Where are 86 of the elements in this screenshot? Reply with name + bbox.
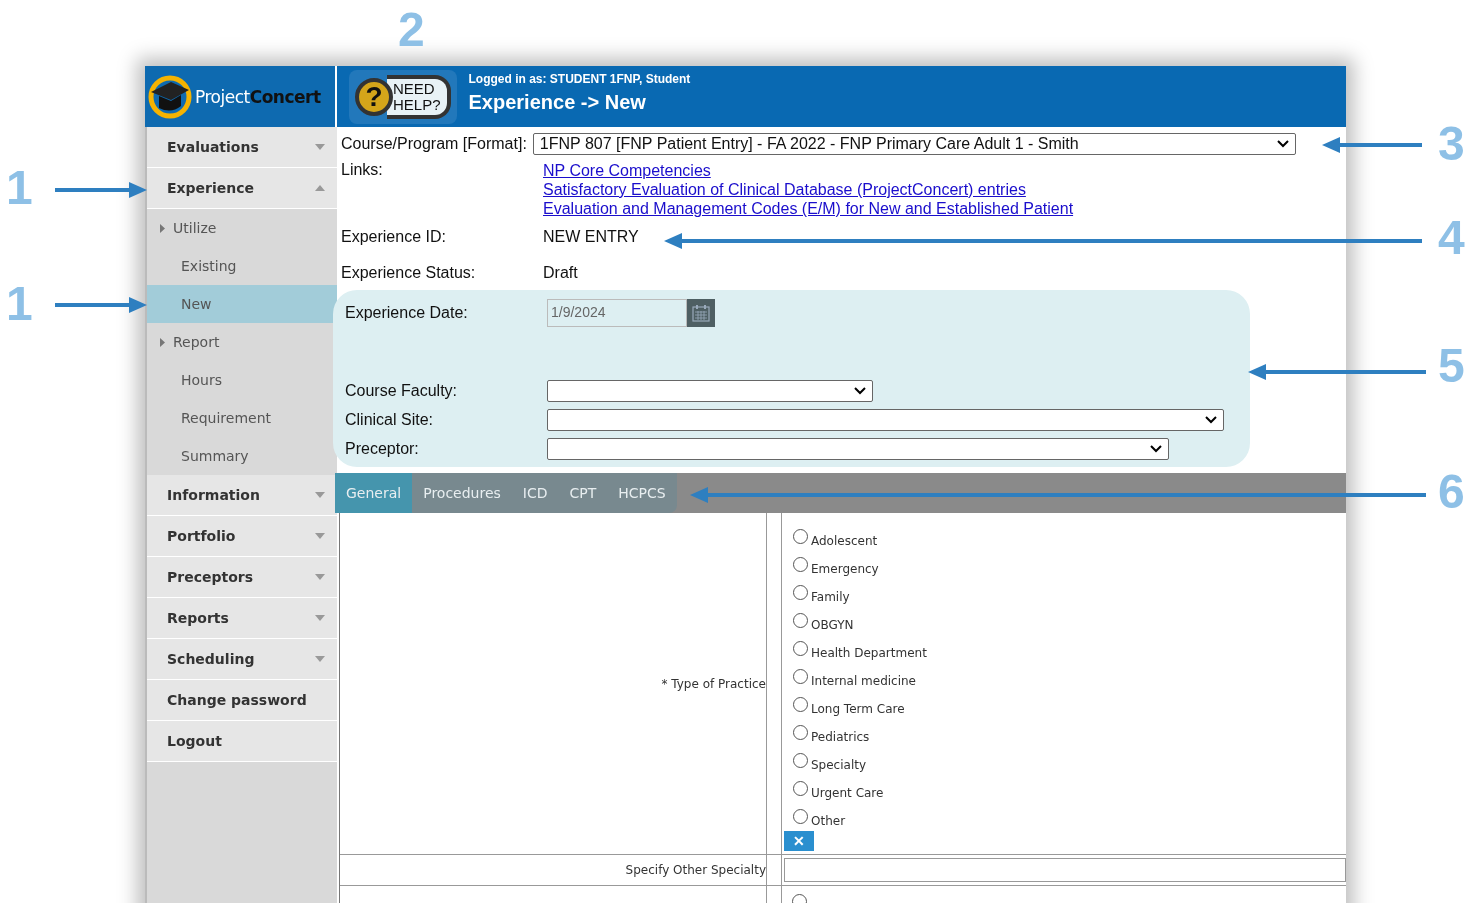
radio-option[interactable]: Internal medicine — [784, 660, 916, 688]
field-label: Experience Date: — [345, 304, 469, 322]
sidebar-menu-item[interactable]: Portfolio — [147, 516, 337, 557]
sidebar-group-item[interactable]: Utilize — [147, 209, 337, 247]
radio-option[interactable]: Long Term Care — [784, 688, 905, 716]
dropdown-select[interactable] — [547, 437, 1169, 460]
radio-option[interactable]: Family — [784, 576, 850, 604]
caret-up-icon — [315, 185, 325, 191]
radio-option[interactable]: Emergency — [784, 548, 879, 576]
sidebar-subitem[interactable]: Hours — [147, 361, 337, 399]
radio-button[interactable] — [793, 781, 808, 796]
radio-button[interactable] — [793, 613, 808, 628]
radio-button[interactable] — [793, 753, 808, 768]
field-label: Experience ID: — [341, 228, 447, 246]
course-select[interactable]: 1FNP 807 [FNP Patient Entry] - FA 2022 - FNP Primary Care Adult 1 - Smith — [532, 133, 1296, 155]
sidebar-subitem[interactable]: Summary — [147, 437, 337, 475]
page-title: Experience -> New — [468, 91, 647, 114]
resource-link[interactable]: Evaluation and Management Codes (E/M) for New and Established Patient — [543, 199, 1346, 218]
sidebar-subitem[interactable]: New — [147, 285, 337, 323]
resource-link[interactable]: NP Core Competencies — [543, 161, 1346, 180]
field-label: Clinical Site: — [345, 410, 435, 429]
field-label: * Type of Practice — [661, 676, 766, 691]
field-value: NEW ENTRY — [543, 228, 639, 246]
radio-button[interactable] — [793, 529, 808, 544]
caret-down-icon — [315, 144, 325, 150]
sidebar-menu-item[interactable]: Reports — [147, 598, 337, 639]
caret-down-icon — [315, 574, 325, 580]
field-label: Preceptor: — [345, 439, 420, 458]
radio-button[interactable] — [793, 697, 808, 712]
field-label: Specify Other Specialty — [625, 863, 766, 877]
logged-in-text: Logged in as: STUDENT 1FNP, Student — [468, 72, 691, 86]
callout-number: 6 — [1438, 468, 1465, 516]
sidebar-menu-item[interactable]: Evaluations — [147, 127, 337, 168]
field-label: Course Faculty: — [345, 381, 459, 400]
radio-option[interactable]: Adolescent — [784, 520, 878, 548]
calendar-icon — [692, 304, 710, 322]
radio-option[interactable]: Specialty — [784, 744, 867, 772]
callout-number: 3 — [1438, 120, 1465, 168]
field-label: Links: — [341, 161, 384, 179]
caret-right-icon — [160, 337, 165, 347]
field-label: Course/Program [Format]: — [341, 135, 527, 153]
callout-number: 1 — [6, 280, 33, 328]
dropdown-select[interactable] — [547, 379, 873, 402]
sidebar-menu-item[interactable]: Information — [147, 475, 337, 516]
field-label: Experience Status: — [341, 264, 477, 282]
sidebar-subitem[interactable]: Requirement — [147, 399, 337, 437]
calendar-button[interactable] — [687, 299, 715, 327]
caret-down-icon — [315, 492, 325, 498]
radio-button[interactable] — [793, 557, 808, 572]
radio-option[interactable]: Urgent Care — [784, 772, 884, 800]
field-value: Draft — [543, 264, 578, 282]
radio-button[interactable] — [793, 725, 808, 740]
chevron-down-icon — [1150, 444, 1162, 453]
radio-button[interactable] — [793, 585, 808, 600]
radio-button[interactable] — [793, 809, 808, 824]
radio-option[interactable]: Other — [784, 800, 846, 828]
sidebar-menu-item[interactable]: Logout — [147, 721, 337, 762]
callout-number: 1 — [6, 164, 33, 212]
logo-text: ProjectConcert — [195, 86, 321, 107]
radio-button[interactable] — [793, 641, 808, 656]
chevron-down-icon — [1205, 415, 1217, 424]
caret-right-icon — [160, 223, 165, 233]
dropdown-select[interactable] — [547, 408, 1224, 431]
radio-button[interactable] — [793, 669, 808, 684]
caret-down-icon — [315, 656, 325, 662]
sidebar-menu-item[interactable]: Change password — [147, 680, 337, 721]
radio-option[interactable]: OBGYN — [784, 604, 854, 632]
caret-down-icon — [315, 533, 325, 539]
question-mark-icon: ? — [355, 77, 393, 116]
chevron-down-icon — [1276, 140, 1289, 148]
caret-down-icon — [315, 615, 325, 621]
text-input[interactable] — [784, 858, 1346, 882]
chevron-down-icon — [854, 386, 866, 395]
radio-option[interactable]: Health Department — [784, 632, 927, 660]
graduation-cap-logo-icon — [147, 73, 193, 120]
sidebar-subitem[interactable]: Existing — [147, 247, 337, 285]
sidebar-menu-item[interactable]: Experience — [147, 168, 337, 209]
callout-number: 4 — [1438, 214, 1465, 262]
sidebar-group-item[interactable]: Report — [147, 323, 337, 361]
callout-number: 2 — [398, 6, 425, 54]
clear-button[interactable]: ✕ — [784, 831, 814, 851]
resource-link[interactable]: Satisfactory Evaluation of Clinical Database (ProjectConcert) entries — [543, 180, 1346, 199]
sidebar-menu-item[interactable]: Preceptors — [147, 557, 337, 598]
callout-number: 5 — [1438, 342, 1465, 390]
radio-option[interactable]: Pediatrics — [784, 716, 870, 744]
sidebar-menu-item[interactable]: Scheduling — [147, 639, 337, 680]
